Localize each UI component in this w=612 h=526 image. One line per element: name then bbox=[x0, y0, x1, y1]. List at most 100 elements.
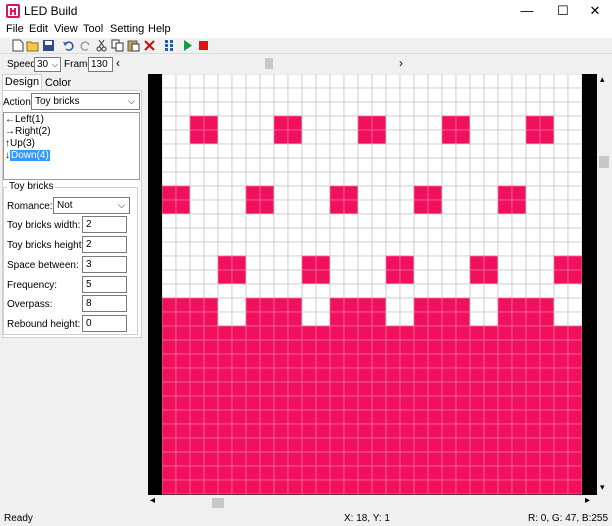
led-cell[interactable] bbox=[162, 255, 177, 271]
led-cell[interactable] bbox=[343, 311, 359, 327]
led-cell[interactable] bbox=[273, 199, 289, 215]
led-cell[interactable] bbox=[329, 255, 345, 271]
led-cell[interactable] bbox=[553, 423, 569, 439]
led-cell[interactable] bbox=[525, 199, 541, 215]
led-cell[interactable] bbox=[273, 339, 289, 355]
led-cell[interactable] bbox=[315, 213, 331, 229]
led-cell[interactable] bbox=[441, 255, 457, 271]
led-cell[interactable] bbox=[441, 241, 457, 257]
led-cell[interactable] bbox=[231, 74, 247, 89]
led-cell[interactable] bbox=[427, 409, 443, 425]
led-cell[interactable] bbox=[441, 479, 457, 495]
led-cell[interactable] bbox=[497, 269, 513, 285]
led-cell[interactable] bbox=[511, 451, 527, 467]
led-cell[interactable] bbox=[259, 255, 275, 271]
led-cell[interactable] bbox=[399, 353, 415, 369]
led-cell[interactable] bbox=[497, 451, 513, 467]
led-cell[interactable] bbox=[539, 213, 555, 229]
led-cell[interactable] bbox=[217, 115, 233, 131]
led-cell[interactable] bbox=[469, 269, 485, 285]
led-cell[interactable] bbox=[259, 87, 275, 103]
led-cell[interactable] bbox=[553, 87, 569, 103]
led-cell[interactable] bbox=[301, 367, 317, 383]
led-cell[interactable] bbox=[441, 269, 457, 285]
led-cell[interactable] bbox=[175, 115, 191, 131]
led-cell[interactable] bbox=[217, 339, 233, 355]
led-cell[interactable] bbox=[399, 241, 415, 257]
led-cell[interactable] bbox=[287, 409, 303, 425]
led-cell[interactable] bbox=[441, 87, 457, 103]
led-canvas[interactable] bbox=[148, 74, 597, 495]
led-cell[interactable] bbox=[162, 311, 177, 327]
led-cell[interactable] bbox=[357, 241, 373, 257]
led-cell[interactable] bbox=[413, 311, 429, 327]
led-cell[interactable] bbox=[203, 451, 219, 467]
led-cell[interactable] bbox=[483, 479, 499, 495]
led-cell[interactable] bbox=[245, 437, 261, 453]
list-item-up[interactable]: ↑Up(3) bbox=[5, 138, 35, 149]
led-cell[interactable] bbox=[329, 437, 345, 453]
led-cell[interactable] bbox=[385, 409, 401, 425]
led-cell[interactable] bbox=[175, 479, 191, 495]
led-cell[interactable] bbox=[259, 199, 275, 215]
led-cell[interactable] bbox=[455, 311, 471, 327]
led-cell[interactable] bbox=[511, 479, 527, 495]
led-cell[interactable] bbox=[287, 101, 303, 117]
led-cell[interactable] bbox=[329, 87, 345, 103]
led-cell[interactable] bbox=[203, 143, 219, 159]
menu-tool[interactable]: Tool bbox=[83, 23, 103, 35]
led-cell[interactable] bbox=[553, 297, 569, 313]
led-cell[interactable] bbox=[175, 171, 191, 187]
led-cell[interactable] bbox=[525, 255, 541, 271]
led-cell[interactable] bbox=[162, 129, 177, 145]
led-cell[interactable] bbox=[455, 283, 471, 299]
led-cell[interactable] bbox=[455, 199, 471, 215]
led-cell[interactable] bbox=[567, 339, 582, 355]
led-cell[interactable] bbox=[497, 171, 513, 187]
led-cell[interactable] bbox=[553, 199, 569, 215]
led-cell[interactable] bbox=[273, 115, 289, 131]
led-cell[interactable] bbox=[483, 339, 499, 355]
led-cell[interactable] bbox=[329, 479, 345, 495]
led-cell[interactable] bbox=[287, 171, 303, 187]
led-cell[interactable] bbox=[273, 255, 289, 271]
led-cell[interactable] bbox=[357, 227, 373, 243]
led-cell[interactable] bbox=[441, 367, 457, 383]
led-cell[interactable] bbox=[385, 101, 401, 117]
led-cell[interactable] bbox=[329, 241, 345, 257]
led-cell[interactable] bbox=[231, 423, 247, 439]
led-cell[interactable] bbox=[217, 199, 233, 215]
led-cell[interactable] bbox=[483, 437, 499, 453]
led-cell[interactable] bbox=[162, 479, 177, 495]
undo-icon[interactable] bbox=[61, 39, 75, 53]
led-cell[interactable] bbox=[231, 367, 247, 383]
led-cell[interactable] bbox=[413, 367, 429, 383]
led-cell[interactable] bbox=[371, 185, 387, 201]
led-cell[interactable] bbox=[567, 367, 582, 383]
led-cell[interactable] bbox=[413, 115, 429, 131]
led-cell[interactable] bbox=[273, 381, 289, 397]
led-cell[interactable] bbox=[343, 227, 359, 243]
led-cell[interactable] bbox=[301, 255, 317, 271]
led-cell[interactable] bbox=[483, 353, 499, 369]
led-cell[interactable] bbox=[357, 129, 373, 145]
led-cell[interactable] bbox=[245, 479, 261, 495]
led-cell[interactable] bbox=[231, 395, 247, 411]
led-cell[interactable] bbox=[301, 465, 317, 481]
led-cell[interactable] bbox=[427, 283, 443, 299]
led-cell[interactable] bbox=[315, 437, 331, 453]
led-cell[interactable] bbox=[567, 115, 582, 131]
led-cell[interactable] bbox=[203, 213, 219, 229]
scroll-left-icon[interactable]: ‹ bbox=[116, 56, 120, 70]
led-cell[interactable] bbox=[511, 101, 527, 117]
led-cell[interactable] bbox=[385, 395, 401, 411]
led-cell[interactable] bbox=[315, 311, 331, 327]
led-cell[interactable] bbox=[511, 423, 527, 439]
led-cell[interactable] bbox=[273, 353, 289, 369]
led-cell[interactable] bbox=[329, 227, 345, 243]
led-cell[interactable] bbox=[217, 451, 233, 467]
led-cell[interactable] bbox=[231, 325, 247, 341]
led-cell[interactable] bbox=[385, 87, 401, 103]
led-cell[interactable] bbox=[357, 339, 373, 355]
led-cell[interactable] bbox=[483, 227, 499, 243]
